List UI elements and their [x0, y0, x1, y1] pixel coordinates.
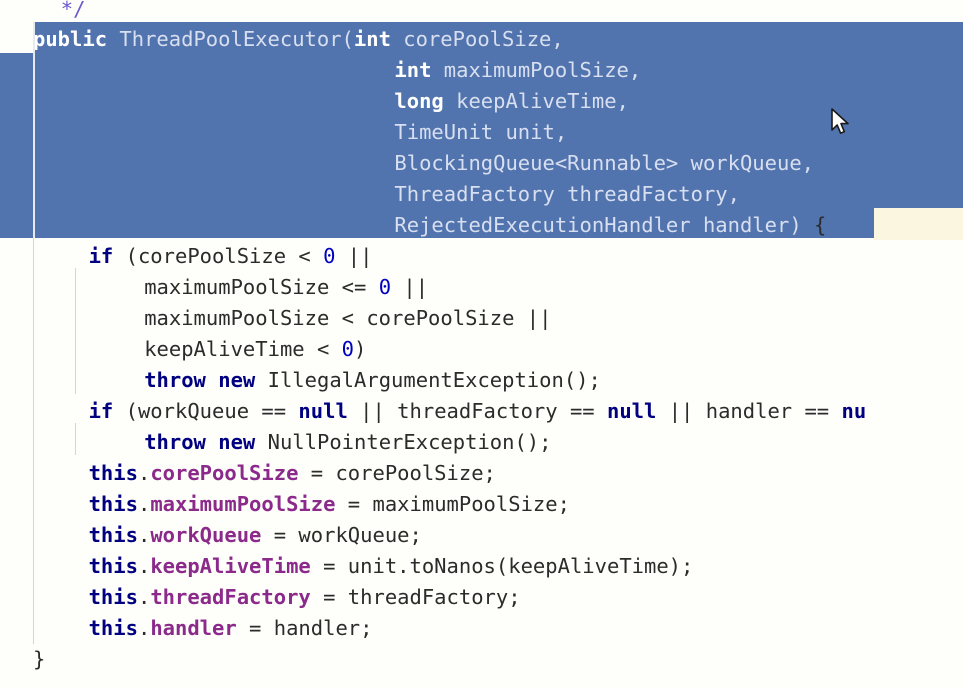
- code-token-pl: || handler ==: [656, 399, 842, 423]
- code-line[interactable]: RejectedExecutionHandler handler) {: [0, 210, 826, 241]
- code-line[interactable]: this.threadFactory = threadFactory;: [0, 582, 521, 613]
- code-token-fld: keepAliveTime: [150, 554, 311, 578]
- code-token-pl: .: [137, 461, 151, 485]
- code-token-s-kw: public: [33, 27, 108, 51]
- code-token-pl: (workQueue ==: [113, 399, 299, 423]
- code-token-fld: threadFactory: [150, 585, 311, 609]
- code-token-num: 0: [323, 244, 336, 268]
- code-line[interactable]: maximumPoolSize <= 0 ||: [0, 272, 428, 303]
- code-token-s-kw: int: [394, 58, 432, 82]
- text-caret: [33, 22, 35, 238]
- code-token-s-kw: long: [394, 89, 444, 113]
- code-token-kw: if: [88, 244, 114, 268]
- code-line[interactable]: if (workQueue == null || threadFactory =…: [0, 396, 867, 427]
- code-token-s-pl: TimeUnit unit,: [394, 120, 568, 144]
- code-token-s-pl: RejectedExecutionHandler handler): [394, 213, 815, 237]
- code-line[interactable]: public ThreadPoolExecutor(int corePoolSi…: [0, 24, 564, 55]
- code-line[interactable]: ThreadFactory threadFactory,: [0, 179, 740, 210]
- code-line[interactable]: this.corePoolSize = corePoolSize;: [0, 458, 496, 489]
- code-line[interactable]: */: [0, 0, 86, 25]
- code-token-kw: null: [298, 399, 348, 423]
- code-line[interactable]: this.keepAliveTime = unit.toNanos(keepAl…: [0, 551, 694, 582]
- code-token-kw: throw new: [144, 368, 256, 392]
- code-token-pl: maximumPoolSize <=: [144, 275, 379, 299]
- code-token-kw: if: [88, 399, 114, 423]
- code-token-num: 0: [341, 337, 355, 361]
- code-line[interactable]: throw new NullPointerException();: [0, 427, 552, 458]
- code-token-pl: .: [137, 492, 151, 516]
- code-token-kw: throw new: [144, 430, 256, 454]
- code-token-pl: = handler;: [236, 616, 373, 640]
- code-token-s-kw: int: [353, 27, 391, 51]
- code-token-pl: = maximumPoolSize;: [335, 492, 570, 516]
- code-editor-viewport[interactable]: */public ThreadPoolExecutor(int corePool…: [0, 0, 963, 687]
- code-token-pl: ||: [391, 275, 429, 299]
- code-token-pl: ): [354, 337, 367, 361]
- code-token-pl: = unit.toNanos(keepAliveTime);: [310, 554, 694, 578]
- code-token-s-pl: corePoolSize,: [390, 27, 564, 51]
- code-line[interactable]: keepAliveTime < 0): [0, 334, 366, 365]
- code-token-pl: .: [137, 616, 151, 640]
- code-token-kw: this: [88, 523, 138, 547]
- code-token-s-pl: ThreadPoolExecutor(: [107, 27, 354, 51]
- code-line[interactable]: long keepAliveTime,: [0, 86, 629, 117]
- code-token-pl: }: [33, 647, 46, 671]
- code-token-kw: this: [88, 461, 138, 485]
- code-token-cmt: */: [60, 0, 86, 21]
- code-line[interactable]: this.maximumPoolSize = maximumPoolSize;: [0, 489, 570, 520]
- code-token-fld: handler: [150, 616, 237, 640]
- code-token-pl: IllegalArgumentException();: [255, 368, 601, 392]
- code-line[interactable]: this.workQueue = workQueue;: [0, 520, 422, 551]
- code-token-pl: = threadFactory;: [310, 585, 521, 609]
- code-token-num: 0: [378, 275, 392, 299]
- code-token-kw: null: [606, 399, 657, 423]
- code-line[interactable]: BlockingQueue<Runnable> workQueue,: [0, 148, 814, 179]
- code-token-kw: this: [88, 616, 138, 640]
- code-token-pl: = corePoolSize;: [298, 461, 496, 485]
- code-token-pl: maximumPoolSize < corePoolSize ||: [144, 306, 552, 330]
- code-token-pl: {: [814, 213, 827, 237]
- code-line[interactable]: int maximumPoolSize,: [0, 55, 641, 86]
- code-token-kw: nu: [841, 399, 867, 423]
- code-token-kw: this: [88, 554, 138, 578]
- code-token-s-pl: keepAliveTime,: [443, 89, 629, 113]
- code-token-pl: ||: [335, 244, 373, 268]
- code-token-s-pl: maximumPoolSize,: [431, 58, 642, 82]
- code-line[interactable]: if (corePoolSize < 0 ||: [0, 241, 373, 272]
- code-line[interactable]: maximumPoolSize < corePoolSize ||: [0, 303, 551, 334]
- code-token-kw: this: [88, 492, 138, 516]
- code-token-pl: .: [137, 585, 151, 609]
- code-line[interactable]: TimeUnit unit,: [0, 117, 567, 148]
- code-token-kw: this: [88, 585, 138, 609]
- bracket-match-highlight: [874, 208, 963, 240]
- code-token-pl: .: [137, 554, 151, 578]
- code-token-s-pl: ThreadFactory threadFactory,: [394, 182, 740, 206]
- code-token-fld: workQueue: [150, 523, 262, 547]
- code-token-pl: || threadFactory ==: [347, 399, 607, 423]
- code-token-pl: (corePoolSize <: [113, 244, 324, 268]
- code-token-pl: keepAliveTime <: [144, 337, 342, 361]
- code-token-fld: corePoolSize: [150, 461, 299, 485]
- code-line[interactable]: this.handler = handler;: [0, 613, 373, 644]
- code-token-pl: = workQueue;: [261, 523, 422, 547]
- code-token-fld: maximumPoolSize: [150, 492, 336, 516]
- code-token-pl: .: [137, 523, 151, 547]
- code-token-s-pl: BlockingQueue<Runnable> workQueue,: [394, 151, 815, 175]
- code-line[interactable]: throw new IllegalArgumentException();: [0, 365, 601, 396]
- code-token-pl: NullPointerException();: [255, 430, 552, 454]
- code-line[interactable]: }: [0, 644, 45, 675]
